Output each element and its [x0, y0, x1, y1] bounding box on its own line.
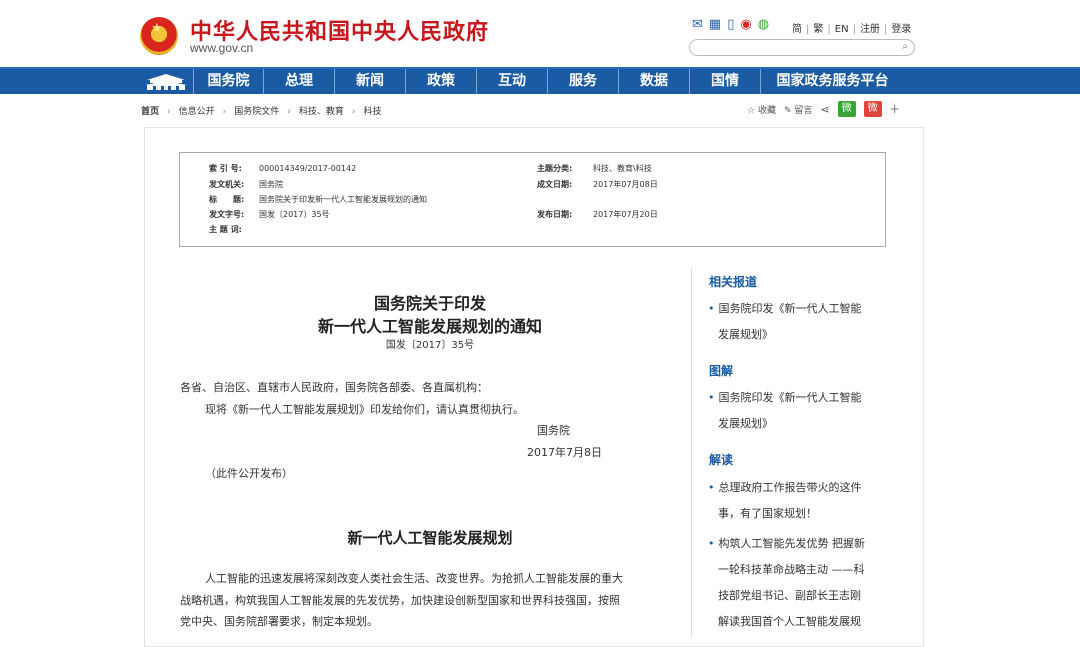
share-icons: ✉ ▦ ▯ ◉ ◍ — [692, 18, 769, 32]
tiananmen-gate-icon[interactable] — [141, 73, 191, 91]
breadcrumb-sci-edu[interactable]: 科技、教育 — [299, 107, 344, 117]
breadcrumb-info-disclosure[interactable]: 信息公开 — [179, 107, 215, 117]
nav-item-data[interactable]: 数据 — [618, 69, 689, 94]
sidebar-link-graphic-cont[interactable]: 发展规划》 — [718, 415, 773, 431]
nav-item-services[interactable]: 服务 — [547, 69, 618, 94]
link-login[interactable]: 登录 — [891, 20, 911, 35]
article-doc-number: 国发〔2017〕35号 — [385, 340, 475, 351]
mobile-icon[interactable]: ▯ — [727, 18, 734, 32]
sidebar-link-interpret-2-cont[interactable]: 一轮科技革命战略主动 ——科 — [718, 561, 865, 577]
meta-doc-number: 发文字号: 国发〔2017〕35号 — [209, 210, 330, 219]
link-register[interactable]: 注册 — [860, 20, 880, 35]
meta-index: 索 引 号: 000014349/2017-00142 — [209, 164, 357, 173]
nav-item-premier[interactable]: 总理 — [263, 69, 334, 94]
sidebar-link-interpret-2-cont[interactable]: 解读我国首个人工智能发展规 — [718, 613, 861, 629]
weibo-icon[interactable]: ◉ — [740, 18, 751, 32]
article-recipients: 各省、自治区、直辖市人民政府，国务院各部委、各直属机构： — [180, 381, 488, 394]
article-body: 现将《新一代人工智能发展规划》印发给你们，请认真贯彻执行。 — [205, 403, 524, 416]
chevron-right-icon: › — [167, 107, 171, 117]
mail-icon[interactable]: ✉ — [692, 18, 703, 32]
section-title: 新一代人工智能发展规划 — [347, 529, 513, 547]
chevron-right-icon: › — [222, 107, 227, 117]
weibo-share-button[interactable]: 微 — [863, 101, 882, 117]
sidebar-heading-related: 相关报道 — [709, 275, 758, 289]
bullet-icon: • — [708, 302, 715, 315]
sidebar-heading-interpret: 解读 — [709, 453, 734, 467]
article-note: （此件公开发布） — [205, 467, 293, 480]
bullet-icon: • — [708, 391, 715, 404]
link-simplified[interactable]: 简 — [792, 20, 802, 35]
related-sidebar: 相关报道 • 国务院印发《新一代人工智能 发展规划》 图解 • 国务院印发《新一代人… — [691, 268, 891, 638]
qr-code-icon[interactable]: ▦ — [709, 18, 721, 32]
star-icon: ☆ — [747, 105, 756, 116]
site-header: ★ 中华人民共和国中央人民政府 www.gov.cn ✉ ▦ ▯ ◉ ◍ 简 | 繁… — [0, 0, 1080, 67]
pencil-icon: ✎ — [783, 105, 792, 116]
share-icon[interactable]: ⋖ — [820, 103, 829, 116]
link-english[interactable]: EN — [835, 24, 849, 35]
sidebar-link-graphic[interactable]: • 国务院印发《新一代人工智能 — [708, 389, 862, 405]
favorite-button[interactable]: ☆ 收藏 — [747, 103, 776, 116]
article-tools: ☆ 收藏 ✎ 留言 ⋖ 微 微 + — [747, 101, 900, 117]
breadcrumb-home[interactable]: 首页 — [141, 107, 159, 117]
breadcrumb: 首页 › 信息公开 › 国务院文件 › 科技、教育 › 科技 — [141, 104, 382, 117]
meta-keywords: 主 题 词: — [209, 225, 242, 234]
emblem-star-icon: ★ — [151, 21, 163, 36]
chevron-right-icon: › — [287, 107, 291, 117]
paragraph-line: 人工智能的迅速发展将深刻改变人类社会生活、改变世界。为抢抓人工智能发展的重大 — [205, 572, 623, 585]
meta-title: 标 题: 国务院关于印发新一代人工智能发展规划的通知 — [209, 195, 427, 204]
bullet-icon: • — [708, 537, 715, 550]
meta-category: 主题分类: 科技、教育\科技 — [537, 164, 652, 173]
nav-item-news[interactable]: 新闻 — [334, 69, 405, 94]
comment-button[interactable]: ✎ 留言 — [784, 103, 812, 116]
site-url[interactable]: www.gov.cn — [190, 41, 253, 55]
article-sign-date: 2017年7月8日 — [527, 446, 602, 459]
meta-written-date: 成文日期: 2017年07月08日 — [537, 180, 658, 189]
paragraph-line: 战略机遇，构筑我国人工智能发展的先发优势，加快建设创新型国家和世界科技强国，按照 — [180, 594, 620, 607]
wechat-share-button[interactable]: 微 — [837, 101, 856, 117]
wechat-icon[interactable]: ◍ — [758, 18, 769, 32]
breadcrumb-sci[interactable]: 科技 — [364, 107, 382, 117]
nav-item-national-info[interactable]: 国情 — [689, 69, 760, 94]
nav-item-policy[interactable]: 政策 — [405, 69, 476, 94]
meta-publish-date: 发布日期: 2017年07月20日 — [537, 210, 658, 219]
article-title-line1: 国务院关于印发 — [373, 294, 486, 313]
sidebar-link-related-cont[interactable]: 发展规划》 — [718, 326, 773, 342]
nav-item-state-council[interactable]: 国务院 — [193, 69, 263, 94]
search-icon[interactable]: ⌕ — [902, 41, 908, 52]
top-links: 简 | 繁 | EN | 注册 | 登录 — [792, 20, 911, 35]
main-nav: 国务院 总理 新闻 政策 互动 服务 数据 国情 国家政务服务平台 — [0, 67, 1080, 94]
breadcrumb-council-documents[interactable]: 国务院文件 — [234, 107, 279, 117]
sidebar-heading-graphic: 图解 — [709, 364, 734, 378]
more-share-button[interactable]: + — [890, 102, 900, 116]
sidebar-link-interpret-2-cont[interactable]: 技部党组书记、副部长王志刚 — [718, 587, 861, 603]
paragraph-line: 党中央、国务院部署要求，制定本规划。 — [180, 615, 378, 628]
sidebar-link-interpret-1[interactable]: • 总理政府工作报告带火的这件 — [708, 479, 862, 495]
article-signature: 国务院 — [537, 424, 570, 437]
link-traditional[interactable]: 繁 — [813, 20, 823, 35]
chevron-right-icon: › — [351, 107, 356, 117]
meta-issuer: 发文机关: 国务院 — [209, 180, 283, 189]
document-metadata-table: 索 引 号: 000014349/2017-00142 主题分类: 科技、教育\科技… — [179, 152, 886, 247]
sidebar-link-interpret-2[interactable]: • 构筑人工智能先发优势 把握新 — [708, 535, 865, 551]
search-input[interactable]: ⌕ — [689, 39, 915, 56]
sidebar-link-related[interactable]: • 国务院印发《新一代人工智能 — [708, 300, 862, 316]
sidebar-link-interpret-1-cont[interactable]: 事，有了国家规划！ — [718, 505, 817, 521]
bullet-icon: • — [708, 481, 715, 494]
article-title-line2: 新一代人工智能发展规划的通知 — [317, 317, 542, 336]
nav-item-gov-service-platform[interactable]: 国家政务服务平台 — [760, 69, 904, 94]
nav-item-interaction[interactable]: 互动 — [476, 69, 547, 94]
